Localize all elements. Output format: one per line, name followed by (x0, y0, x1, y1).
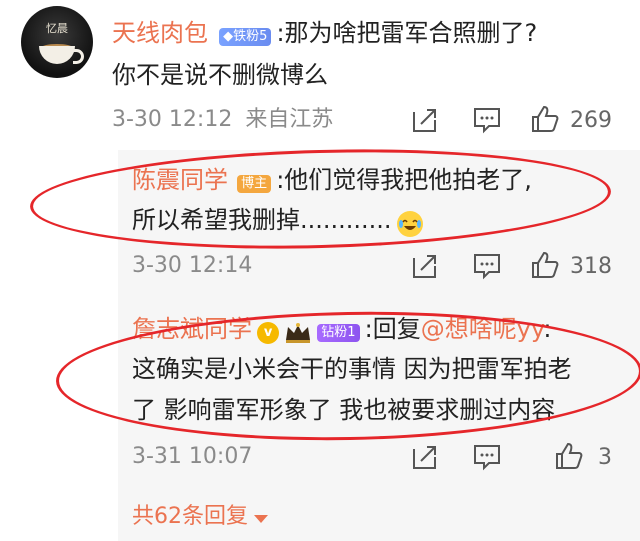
like-icon[interactable] (530, 104, 560, 134)
comment-icon[interactable] (472, 106, 502, 134)
reply-2-time: 3-31 10:07 (132, 444, 253, 469)
share-icon[interactable] (411, 106, 439, 134)
comment-meta: 3-30 12:12 来自江苏 (112, 106, 333, 134)
diamond-icon: ◆ (223, 28, 234, 44)
comment-time: 3-30 12:12 (112, 107, 233, 132)
comment-icon[interactable] (472, 443, 502, 471)
like-icon[interactable] (554, 441, 584, 471)
share-icon[interactable] (411, 252, 439, 280)
comment-username[interactable]: 天线肉包 (112, 19, 208, 47)
like-count: 3 (598, 445, 612, 470)
avatar[interactable]: 忆晨 (21, 6, 93, 78)
like-count: 318 (570, 254, 612, 279)
more-replies-label: 共62条回复 (132, 504, 248, 529)
like-count: 269 (570, 108, 612, 133)
comment-header: 天线肉包 ◆铁粉5 :那为啥把雷军合照删了? (112, 16, 538, 47)
fan-badge: ◆铁粉5 (219, 27, 272, 46)
caret-down-icon (253, 513, 269, 525)
share-icon[interactable] (411, 443, 439, 471)
avatar-text: 忆晨 (46, 22, 68, 35)
comment-source: 来自江苏 (245, 107, 334, 132)
comment-icon[interactable] (472, 252, 502, 280)
like-icon[interactable] (530, 250, 560, 280)
reply-1-time: 3-30 12:14 (132, 253, 253, 278)
comment-text-line2: 你不是说不删微博么 (112, 61, 328, 89)
comment-text-line1: :那为啥把雷军合照删了? (276, 19, 538, 47)
more-replies-link[interactable]: 共62条回复 (132, 503, 269, 531)
